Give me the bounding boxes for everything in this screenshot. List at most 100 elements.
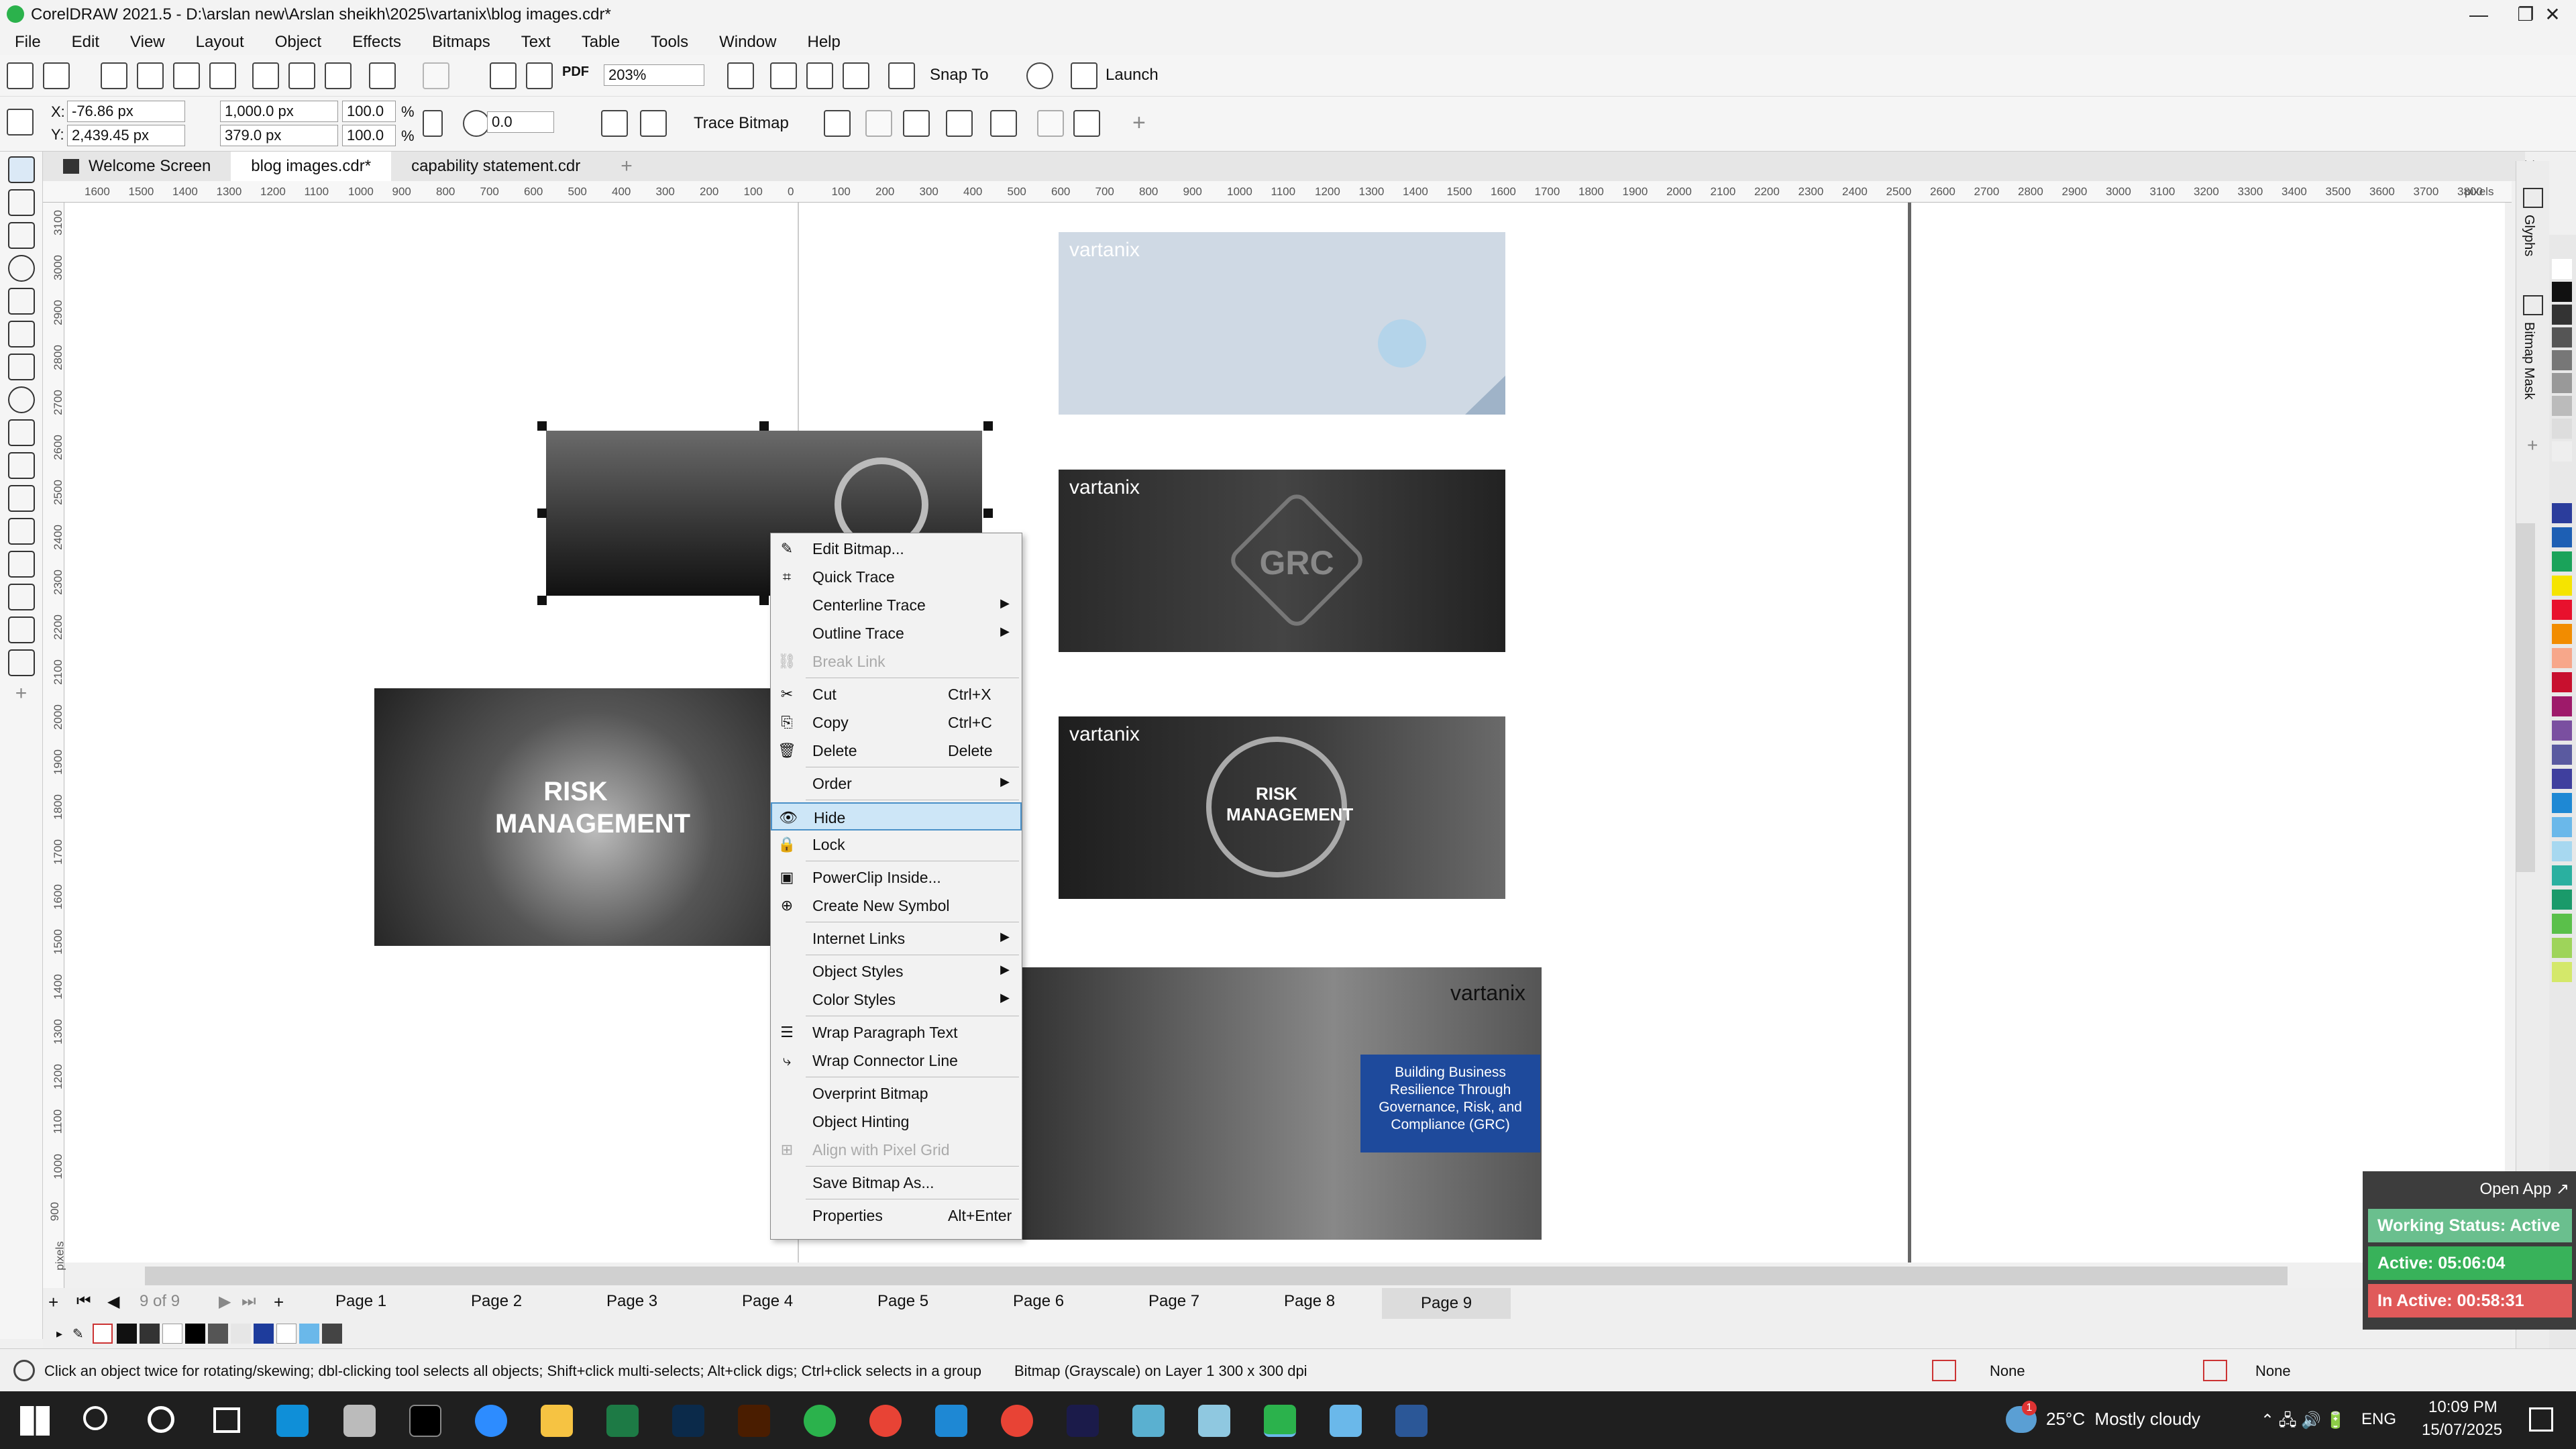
zoom-level-field[interactable]: 203% [604,64,704,86]
menu-item-copy[interactable]: ⎘ Copy Ctrl+C [771,708,1022,737]
menu-item-create-new-symbol[interactable]: ⊕ Create New Symbol [771,892,1022,920]
add-page-icon[interactable]: + [48,1292,58,1313]
color-swatch[interactable] [185,1324,205,1344]
page-tab[interactable]: Page 6 [1013,1292,1064,1311]
mirror-vertical-icon[interactable] [640,110,667,137]
chrome-profile-app-icon[interactable] [1001,1405,1033,1437]
add-page-end-icon[interactable]: + [274,1292,284,1313]
palette-swatch[interactable] [2552,938,2572,958]
minimize-button[interactable]: — [2455,1,2502,28]
scale-width-field[interactable]: 100.0 [342,101,396,122]
cut-toolbar-icon[interactable] [252,62,279,89]
interactive-fill-icon[interactable] [7,649,35,676]
lock-ratio-icon[interactable] [423,110,443,137]
menu-item-hide[interactable]: 👁 Hide [771,802,1022,830]
menu-bitmaps[interactable]: Bitmaps [432,33,490,52]
crop-bitmap-icon[interactable] [824,110,851,137]
show-grid-icon[interactable] [806,62,833,89]
search-icon[interactable] [83,1406,107,1430]
palette-arrow-icon[interactable]: ▸ [56,1327,72,1341]
palette-swatch[interactable] [2552,527,2572,547]
transparency-tool-icon[interactable] [7,584,35,610]
open-icon[interactable] [43,62,70,89]
palette-swatch[interactable] [2552,600,2572,620]
grc-image[interactable]: vartanix GRC [1059,470,1505,652]
palette-swatch[interactable] [2552,793,2572,813]
arrange-icon[interactable] [1073,110,1100,137]
paste-icon[interactable] [325,62,352,89]
calculator-app-icon[interactable] [1330,1405,1362,1437]
palette-swatch[interactable] [2552,648,2572,668]
open-app-button[interactable]: Open App ↗ [2479,1179,2569,1199]
color-swatch[interactable] [322,1324,342,1344]
menu-file[interactable]: File [15,33,41,52]
page-tab[interactable]: Page 9 [1382,1288,1511,1319]
drop-shadow-icon[interactable] [7,551,35,578]
palette-swatch[interactable] [2552,890,2572,910]
drawing-canvas[interactable]: vartanix vartanix GRC vartanix RISK MANA… [64,203,2505,1263]
weather-text[interactable]: 25°C Mostly cloudy [2046,1409,2200,1430]
windows-start-icon[interactable] [20,1406,50,1436]
polygon-tool-icon[interactable] [7,419,35,446]
close-button[interactable]: ✕ [2529,1,2576,28]
task-view-icon[interactable] [213,1407,240,1433]
first-page-icon[interactable]: ⏮ [76,1292,91,1311]
menu-item-wrap-connector-line[interactable]: ⤷ Wrap Connector Line [771,1046,1022,1075]
menu-item-delete[interactable]: 🗑 Delete Delete [771,737,1022,765]
rotation-icon[interactable] [463,110,490,137]
palette-swatch[interactable] [2552,551,2572,572]
scale-height-field[interactable]: 100.0 [342,125,396,146]
next-page-icon[interactable]: ▶ [219,1292,231,1311]
menu-table[interactable]: Table [582,33,620,52]
publish-pdf-button[interactable]: PDF [562,64,589,80]
menu-item-object-styles[interactable]: Object Styles ▶ [771,957,1022,985]
shape-tool-icon[interactable] [7,189,35,216]
menu-item-lock[interactable]: 🔒 Lock [771,830,1022,859]
undo-icon[interactable] [369,62,396,89]
color-swatch[interactable] [140,1324,160,1344]
risk-management-image[interactable]: RISK MANAGEMENT [374,688,777,946]
language-indicator[interactable]: ENG [2361,1410,2396,1429]
page-tab[interactable]: Page 5 [877,1292,928,1311]
palette-swatch[interactable] [2552,672,2572,692]
photoshop-app-icon[interactable] [672,1405,704,1437]
show-guidelines-icon[interactable] [843,62,869,89]
options-gear-icon[interactable] [1026,62,1053,89]
selection-handle[interactable] [537,596,547,605]
palette-swatch[interactable] [2552,769,2572,789]
eyedropper-icon[interactable] [7,616,35,643]
color-swatch[interactable] [208,1324,228,1344]
page-tab[interactable]: Page 1 [335,1292,386,1311]
selection-handle[interactable] [983,421,993,431]
color-swatch[interactable] [299,1324,319,1344]
menu-item-outline-trace[interactable]: Outline Trace ▶ [771,619,1022,647]
terminal-app-icon[interactable] [409,1405,441,1437]
color-swatch[interactable] [162,1324,182,1344]
palette-swatch[interactable] [2552,503,2572,523]
print-icon[interactable] [209,62,236,89]
bitmap-color-mask-icon[interactable] [903,110,930,137]
page-tab[interactable]: Page 8 [1284,1292,1335,1311]
new-tab-icon[interactable]: + [600,152,653,181]
cortana-icon[interactable] [148,1406,174,1433]
app-icon[interactable] [1198,1405,1230,1437]
page-tab[interactable]: Page 4 [742,1292,793,1311]
selection-handle[interactable] [983,508,993,518]
menu-item-color-styles[interactable]: Color Styles ▶ [771,985,1022,1014]
coreldraw-app-icon[interactable] [804,1405,836,1437]
layers-icon[interactable] [1037,110,1064,137]
ellipse-tool-icon[interactable] [7,386,35,413]
glyphs-icon[interactable] [2523,188,2543,208]
menu-effects[interactable]: Effects [352,33,401,52]
notifications-icon[interactable] [2529,1407,2553,1432]
menu-tools[interactable]: Tools [651,33,688,52]
status-gear-icon[interactable] [13,1360,35,1381]
fill-none-icon[interactable] [1932,1360,1956,1381]
glyphs-docker-tab[interactable]: Glyphs [2521,215,2536,256]
rotation-field[interactable]: 0.0 [487,111,554,133]
tab-capability-statement[interactable]: capability statement.cdr [391,152,600,181]
palette-swatch[interactable] [2552,817,2572,837]
palette-swatch[interactable] [2552,373,2572,393]
tab-blog-images[interactable]: blog images.cdr* [231,152,392,181]
resample-icon[interactable] [865,110,892,137]
